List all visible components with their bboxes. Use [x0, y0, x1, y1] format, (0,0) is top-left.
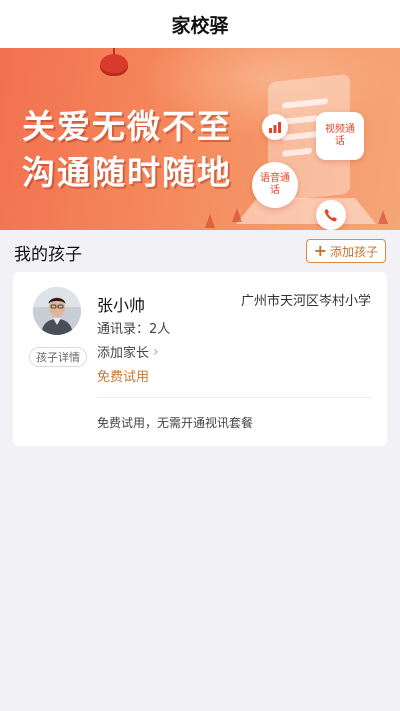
add-child-button[interactable]: + 添加孩子 — [305, 239, 386, 263]
page-title: 家校驿 — [171, 14, 229, 37]
child-card[interactable]: 孩子详情 张小帅 广州市天河区岑村小学 通讯录：2人 添加家长 › 免费试用 免… — [13, 272, 387, 446]
chevron-right-icon: › — [153, 343, 159, 360]
add-child-label: 添加孩子 — [329, 244, 378, 259]
voice-call-label: 语音通话 — [260, 173, 290, 196]
platform-illustration — [236, 198, 376, 224]
section-title: 我的孩子 — [14, 245, 82, 265]
avatar[interactable] — [33, 287, 81, 335]
contacts-count: 通讯录：2人 — [97, 322, 171, 337]
video-call-badge: 视频通话 — [316, 112, 364, 160]
add-parent-label: 添加家长 — [97, 346, 150, 361]
child-detail-button[interactable]: 孩子详情 — [29, 347, 87, 367]
signal-icon — [262, 114, 288, 140]
free-trial-label[interactable]: 免费试用 — [97, 366, 149, 385]
school-name: 广州市天河区岑村小学 — [240, 294, 371, 309]
banner-slogan-line2: 沟通随时随地 — [22, 153, 232, 192]
lantern-icon — [100, 54, 128, 76]
decor-spike — [205, 214, 215, 228]
trial-note: 免费试用，无需开通视讯套餐 — [97, 416, 254, 430]
video-call-label: 视频通话 — [325, 124, 355, 147]
child-name: 张小帅 — [97, 296, 146, 315]
decor-spike — [378, 210, 388, 224]
divider — [97, 397, 371, 398]
decor-spike — [232, 208, 242, 222]
add-parent-link[interactable]: 添加家长 › — [97, 342, 159, 362]
voice-call-badge: 语音通话 — [252, 162, 298, 208]
plus-icon: + — [313, 241, 327, 260]
promo-banner[interactable]: 关爱无微不至 沟通随时随地 视频通话 语音通话 — [0, 48, 400, 230]
banner-slogan-line1: 关爱无微不至 — [22, 107, 232, 146]
phone-call-icon — [316, 200, 346, 230]
children-section-header: 我的孩子 + 添加孩子 — [0, 230, 400, 272]
top-bar: 家校驿 — [0, 0, 400, 48]
